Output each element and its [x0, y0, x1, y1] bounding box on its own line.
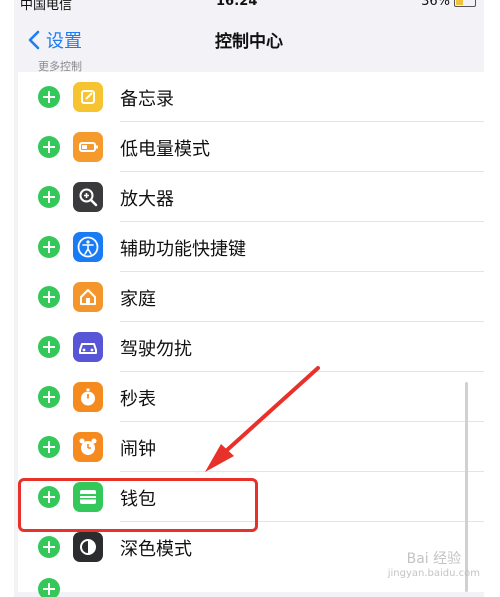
annotation-highlight-box — [18, 478, 258, 532]
watermark-text: Bai 经验 — [406, 551, 462, 567]
watermark-url: jingyan.baidu.com — [387, 568, 480, 579]
watermark: Bai 经验 jingyan.baidu.com — [388, 548, 480, 579]
